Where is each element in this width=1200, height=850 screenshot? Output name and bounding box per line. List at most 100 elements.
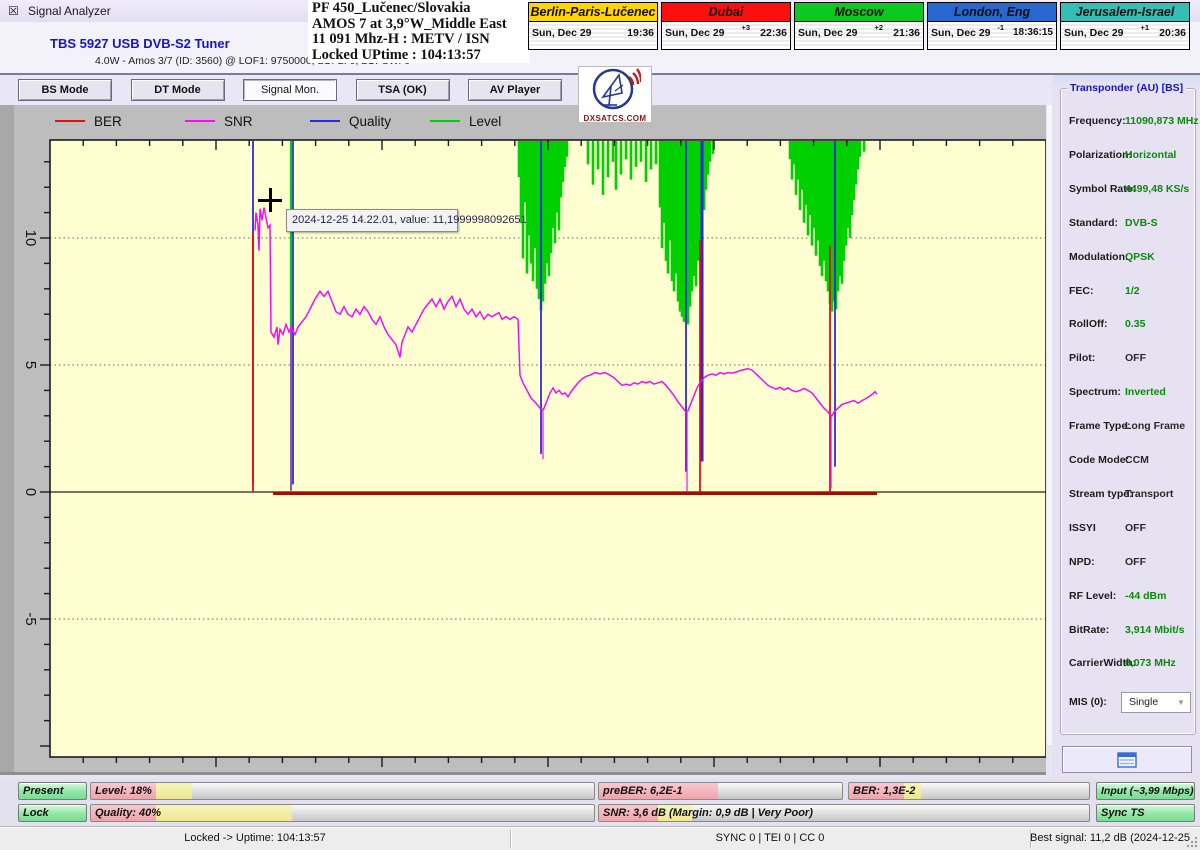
statusbar-sync: SYNC 0 | TEI 0 | CC 0 (510, 827, 1030, 850)
quality-progressbar: Quality: 40% (90, 804, 595, 822)
clock-city: Dubai (662, 3, 790, 22)
transponder-panel: Transponder (AU) [BS] Frequency:11090,87… (1052, 75, 1200, 779)
clock-time: 22:36 (760, 27, 787, 39)
transponder-label: Code Mode: (1069, 454, 1129, 466)
transponder-row-carrierwidth: CarrierWidth:6,073 MHz (1061, 657, 1197, 671)
ber-progressbar: BER: 1,3E-2 (848, 782, 1090, 800)
transponder-label: Standard: (1069, 217, 1118, 229)
transponder-label: NPD: (1069, 556, 1095, 568)
signal-chart[interactable]: 1050-5 BERSNRQualityLevel 2024-12-25 14.… (0, 105, 1046, 775)
transponder-value: OFF (1125, 556, 1146, 568)
transponder-value: Inverted (1125, 386, 1166, 398)
transponder-row-frequency: Frequency:11090,873 MHz (1061, 115, 1197, 129)
legend-label: Quality (349, 114, 391, 129)
legend-label: BER (94, 114, 122, 129)
mis-dropdown[interactable]: Single ▼ (1121, 692, 1191, 713)
clock-date: Sun, Dec 29 (1064, 27, 1124, 39)
statusbar: Locked -> Uptime: 104:13:57 SYNC 0 | TEI… (0, 826, 1200, 850)
statusbar-uptime: Locked -> Uptime: 104:13:57 (0, 827, 510, 850)
transponder-value: CCM (1125, 454, 1149, 466)
clock-time: 19:36 (627, 27, 654, 39)
transponder-label: ISSYI (1069, 522, 1096, 534)
transponder-value: -44 dBm (1125, 590, 1166, 602)
clock-utc-offset: -1 (997, 23, 1004, 32)
transponder-row-symbol-rate: Symbol Rate:4499,48 KS/s (1061, 183, 1197, 197)
mode-button-dt-mode[interactable]: DT Mode (131, 79, 225, 101)
statusbar-best-signal: Best signal: 11,2 dB (2024-12-25 14:22) (1030, 827, 1190, 850)
clock-london-eng: London, Eng Sun, Dec 29 -1 18:36:15 (927, 2, 1057, 50)
present-badge: Present (18, 782, 87, 800)
level-progressbar: Level: 18% (90, 782, 595, 800)
clock-body: Sun, Dec 29+322:36 (662, 22, 790, 46)
clock-city: Moscow (795, 3, 923, 22)
clock-jerusalem-israel: Jerusalem-IsraelSun, Dec 29+120:36 (1060, 2, 1190, 50)
app-icon: ☒ (8, 4, 22, 18)
preber-text: preBER: 6,2E-1 (603, 783, 682, 800)
transponder-groupbox: Transponder (AU) [BS] Frequency:11090,87… (1060, 88, 1196, 735)
clock-dubai: DubaiSun, Dec 29+322:36 (661, 2, 791, 50)
transponder-row-spectrum: Spectrum:Inverted (1061, 386, 1197, 400)
mode-button-tsa-ok[interactable]: TSA (OK) (356, 79, 450, 101)
ber-text: BER: 1,3E-2 (853, 783, 915, 800)
mode-button-bs-mode[interactable]: BS Mode (18, 79, 112, 101)
transponder-row-code-mode: Code Mode:CCM (1061, 454, 1197, 468)
annotation-line: Locked UPtime : 104:13:57 (312, 48, 530, 64)
svg-text:10: 10 (22, 230, 39, 247)
legend-dash-icon (430, 120, 460, 123)
clock-city: Berlin-Paris-Lučenec (529, 3, 657, 22)
snr-progressbar: SNR: 3,6 dB (Margin: 0,9 dB | Very Poor) (598, 804, 1090, 822)
data-tooltip: 2024-12-25 14.22.01, value: 11,199999809… (286, 209, 458, 232)
svg-text:-5: -5 (22, 612, 39, 625)
status-rows: Present Lock Level: 18% Quality: 40% pre… (0, 779, 1200, 826)
clock-berlin-paris-lu-enec: Berlin-Paris-LučenecSun, Dec 2919:36 (528, 2, 658, 50)
clock-time: 18:36:15 (1013, 27, 1053, 38)
legend-dash-icon (185, 120, 215, 123)
transponder-label: RollOff: (1069, 318, 1108, 330)
clock-utc-offset: +1 (1140, 23, 1149, 32)
transponder-label: RF Level: (1069, 590, 1116, 602)
transponder-row-polarization: Polarization:Horizontal (1061, 149, 1197, 163)
clock-utc-offset: +3 (741, 23, 750, 32)
satellite-dish-icon (589, 67, 641, 111)
transponder-list-button[interactable] (1062, 746, 1192, 773)
mode-button-signal-mon[interactable]: Signal Mon. (243, 79, 337, 101)
clock-body: Sun, Dec 29+120:36 (1061, 22, 1189, 46)
transponder-row-rolloff: RollOff:0.35 (1061, 318, 1197, 332)
mode-button-av-player[interactable]: AV Player (468, 79, 562, 101)
transponder-row-fec: FEC:1/2 (1061, 285, 1197, 299)
crosshair-cursor (258, 188, 282, 212)
clock-city: Jerusalem-Israel (1061, 3, 1189, 22)
transponder-value: 11090,873 MHz (1125, 115, 1199, 127)
legend-dash-icon (55, 120, 85, 123)
chevron-down-icon: ▼ (1177, 700, 1185, 706)
transponder-row-stream-type: Stream type:Transport (1061, 488, 1197, 502)
tuner-name: TBS 5927 USB DVB-S2 Tuner (50, 36, 230, 51)
transponder-value: OFF (1125, 522, 1146, 534)
preber-progressbar: preBER: 6,2E-1 (598, 782, 843, 800)
plot-canvas[interactable]: 1050-5 (0, 105, 1046, 775)
logo-text: DXSATCS.COM (579, 114, 651, 123)
transponder-row-pilot: Pilot:OFF (1061, 352, 1197, 366)
transponder-value: Long Frame (1125, 420, 1185, 432)
world-clocks: Berlin-Paris-LučenecSun, Dec 2919:36Duba… (528, 2, 1190, 50)
clock-date: Sun, Dec 29 (798, 27, 858, 39)
svg-text:0: 0 (22, 488, 39, 496)
transponder-value: DVB-S (1125, 217, 1158, 229)
transponder-label: Stream type: (1069, 488, 1133, 500)
clock-city: London, Eng (928, 3, 1056, 22)
transponder-row-issyi: ISSYI OFF (1061, 522, 1197, 536)
transponder-value: QPSK (1125, 251, 1155, 263)
mis-label: MIS (0): (1069, 696, 1107, 708)
transponder-row-rf-level: RF Level: -44 dBm (1061, 590, 1197, 604)
annotation-line: PF 450_Lučenec/Slovakia (312, 1, 530, 17)
clock-utc-offset: +2 (874, 23, 883, 32)
chart-bottom-border (0, 772, 1046, 775)
panel-edge-strip (1047, 105, 1052, 745)
clock-date: Sun, Dec 29 (931, 27, 991, 39)
transponder-label: Frame Type: (1069, 420, 1131, 432)
resize-grip[interactable] (1186, 836, 1198, 848)
annotation-block: PF 450_Lučenec/Slovakia AMOS 7 at 3,9°W_… (308, 0, 530, 63)
legend-dash-icon (310, 120, 340, 123)
transponder-label: Modulation: (1069, 251, 1128, 263)
input-badge: Input (~3,99 Mbps) (1096, 782, 1195, 800)
